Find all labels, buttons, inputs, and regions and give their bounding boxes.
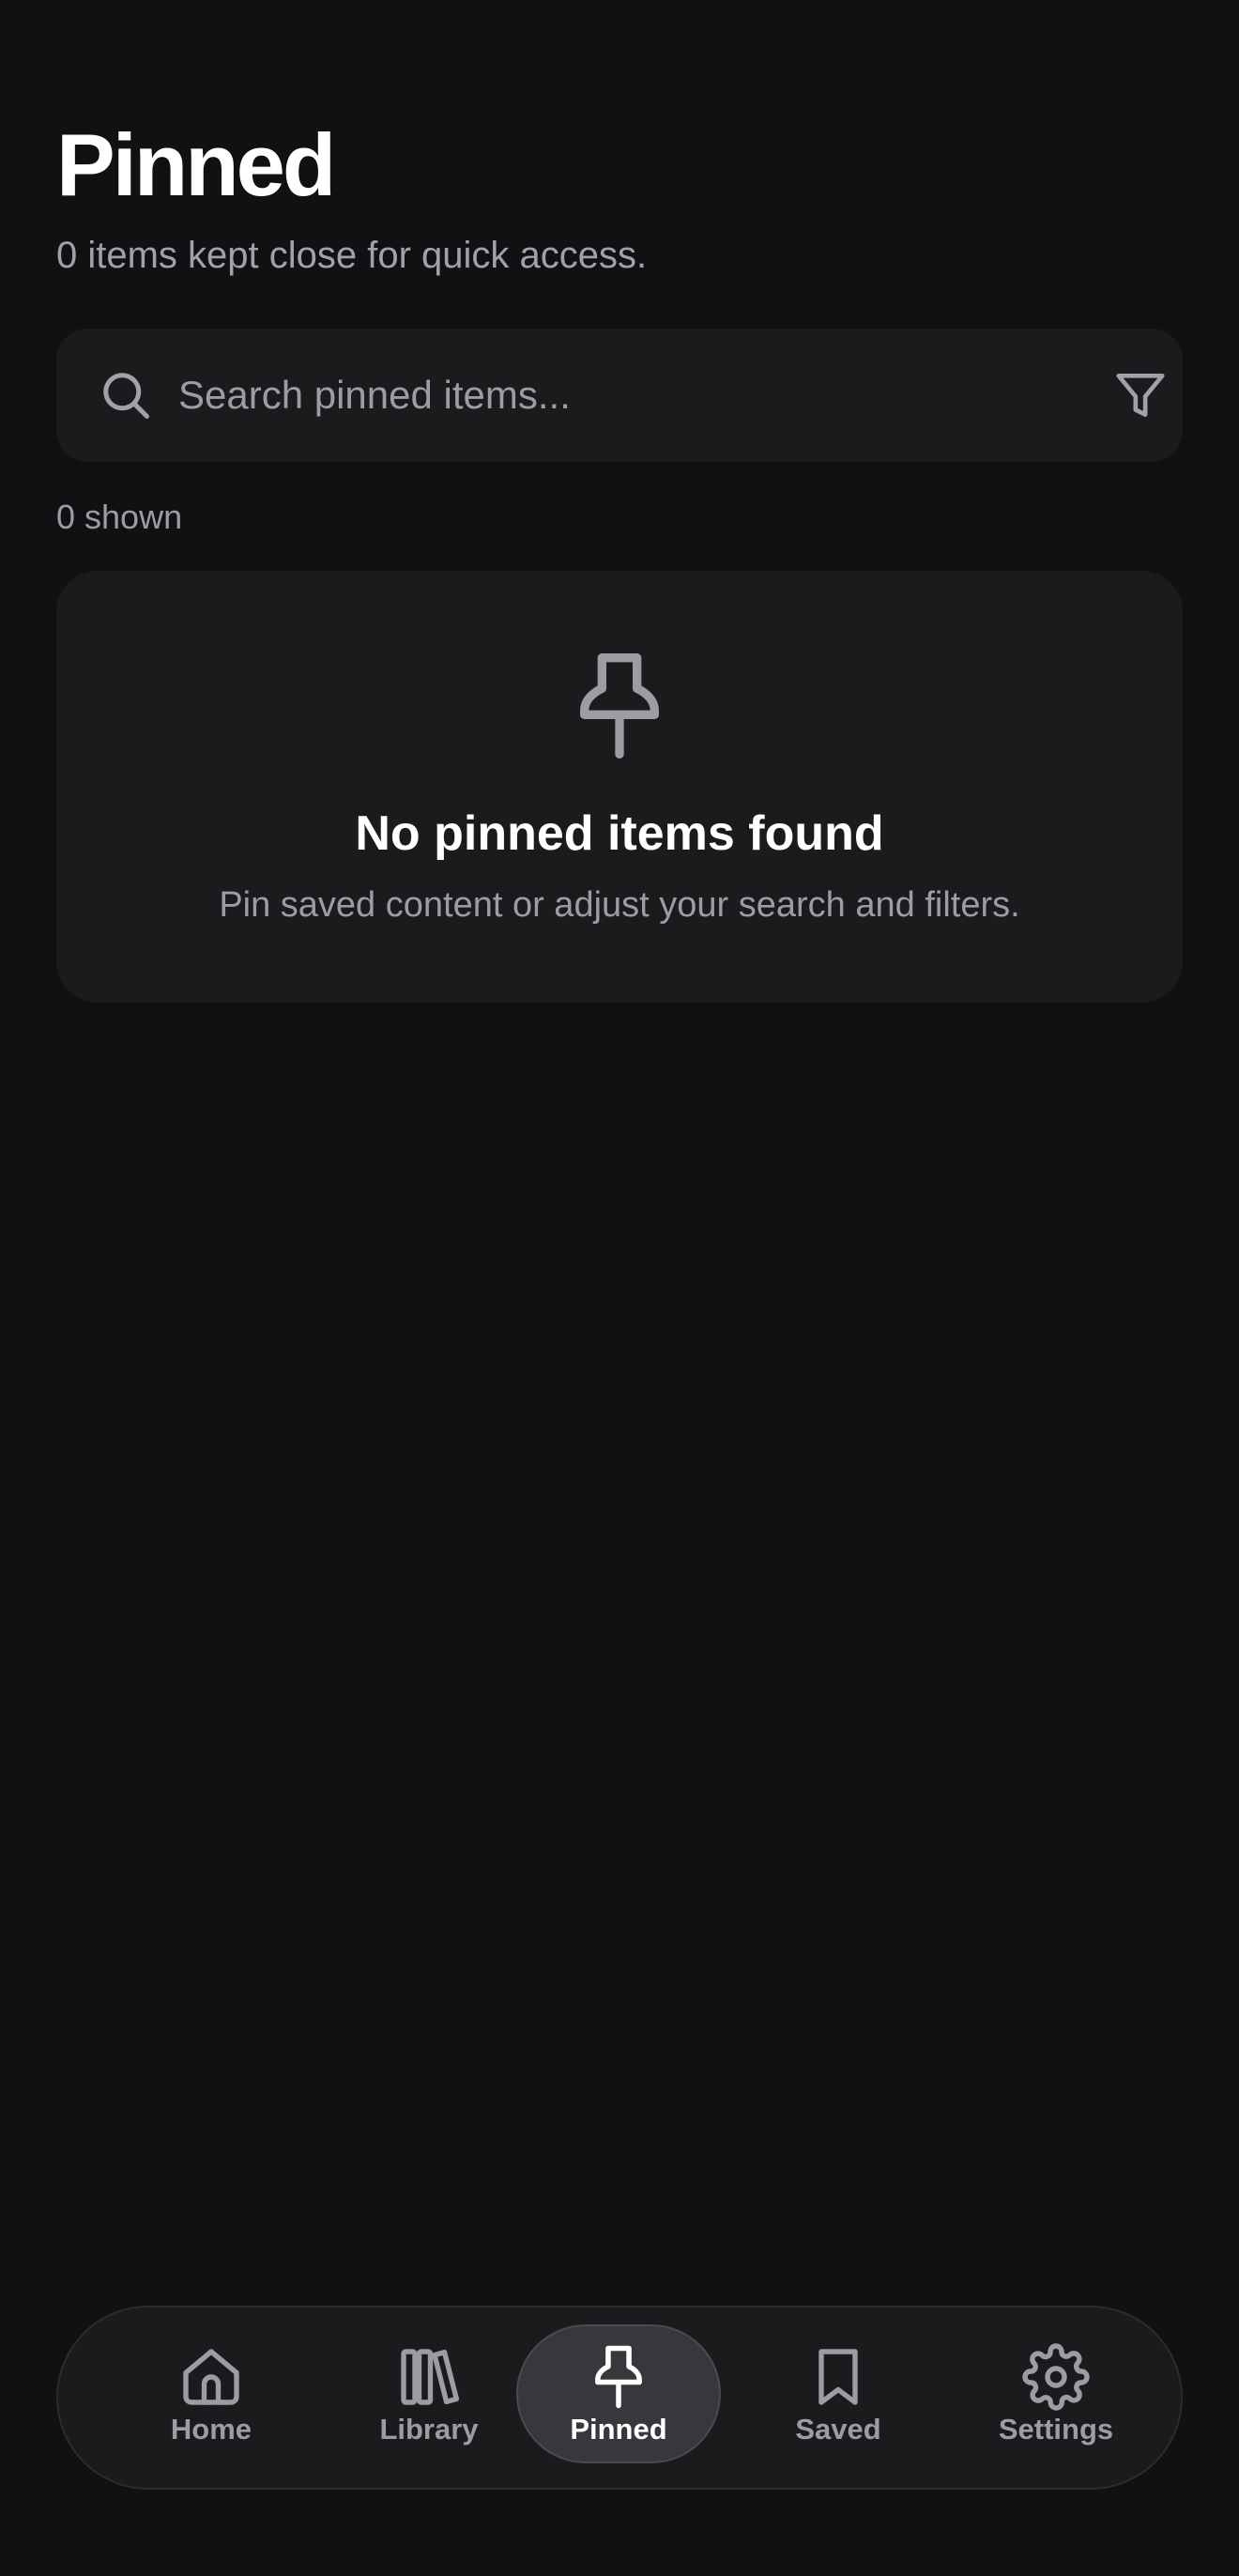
search-input[interactable] — [178, 357, 1098, 434]
library-icon — [401, 2349, 460, 2405]
tab-label: Library — [379, 2413, 479, 2446]
search-bar — [56, 329, 1183, 462]
pinned-screen: Pinned 0 items kept close for quick acce… — [0, 0, 1239, 2576]
empty-state-description: Pin saved content or adjust your search … — [219, 885, 1020, 925]
filter-icon — [1116, 374, 1165, 417]
tab-pinned[interactable]: Pinned — [516, 2324, 721, 2463]
pin-icon — [580, 653, 659, 759]
tab-saved[interactable]: Saved — [736, 2324, 941, 2463]
results-count: 0 shown — [56, 498, 183, 536]
page-subtitle: 0 items kept close for quick access. — [56, 235, 648, 276]
page-title: Pinned — [56, 115, 336, 214]
tab-settings[interactable]: Settings — [954, 2324, 1158, 2463]
tab-label: Settings — [998, 2413, 1114, 2446]
tab-label: Pinned — [570, 2413, 667, 2446]
search-icon — [103, 373, 149, 419]
tab-label: Saved — [795, 2413, 881, 2446]
gear-icon — [1022, 2343, 1090, 2411]
home-icon — [183, 2349, 239, 2405]
bookmark-icon — [818, 2349, 858, 2405]
tab-home[interactable]: Home — [109, 2324, 314, 2463]
empty-state-card: No pinned items found Pin saved content … — [56, 571, 1183, 1003]
pin-icon — [595, 2345, 642, 2409]
filter-button[interactable] — [1108, 362, 1173, 428]
bottom-tab-bar: Home Library Pinned Saved Settings — [56, 2306, 1183, 2490]
tab-label: Home — [170, 2413, 252, 2446]
empty-state-title: No pinned items found — [355, 806, 884, 861]
tab-library[interactable]: Library — [327, 2324, 531, 2463]
